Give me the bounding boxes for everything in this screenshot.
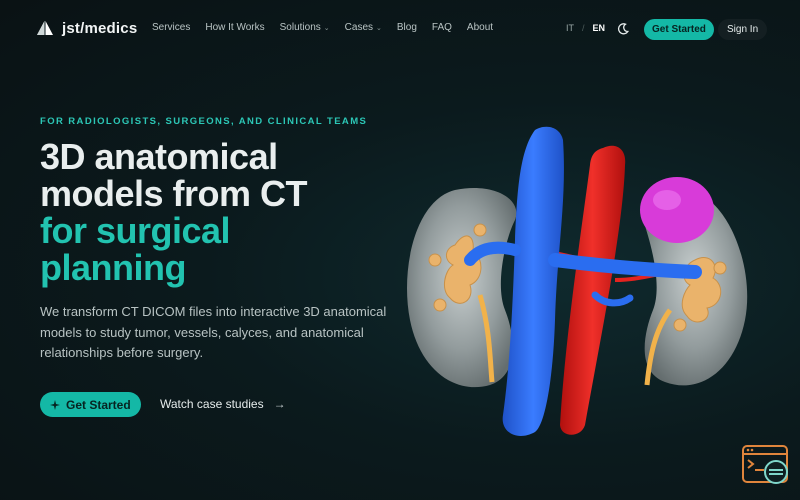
sign-in-button[interactable]: Sign In bbox=[718, 19, 768, 40]
headline-line-2: models from CT bbox=[40, 173, 308, 214]
aorta bbox=[560, 145, 626, 435]
lang-it-option[interactable]: IT bbox=[566, 23, 574, 33]
nav-cases[interactable]: Cases ⌄ bbox=[345, 22, 382, 33]
watch-case-studies-link[interactable]: Watch case studies → bbox=[160, 397, 286, 411]
chat-widget-icon[interactable] bbox=[742, 444, 790, 486]
hero-get-started-label: Get Started bbox=[66, 397, 131, 412]
vena-cava bbox=[502, 126, 564, 436]
hero-get-started-button[interactable]: Get Started bbox=[40, 392, 141, 417]
chevron-down-icon: ⌄ bbox=[323, 24, 330, 32]
top-navigation: jst/medics Services How It Works Solutio… bbox=[0, 0, 800, 58]
headline-line-4: planning bbox=[40, 247, 186, 288]
nav-services[interactable]: Services bbox=[152, 22, 190, 33]
nav-faq[interactable]: FAQ bbox=[432, 22, 452, 33]
chevron-down-icon: ⌄ bbox=[376, 24, 382, 32]
headline-line-3: for surgical bbox=[40, 210, 231, 251]
arrow-right-icon: → bbox=[273, 397, 286, 411]
hero-headline: 3D anatomical models from CT for surgica… bbox=[40, 138, 400, 286]
tumor-mass bbox=[640, 177, 714, 243]
nav-about[interactable]: About bbox=[467, 22, 493, 33]
nav-get-started-button[interactable]: Get Started bbox=[644, 19, 714, 40]
kidney-3d-model-illustration bbox=[407, 126, 748, 436]
lang-separator: / bbox=[582, 23, 585, 33]
hero-description: We transform CT DICOM files into interac… bbox=[40, 304, 387, 360]
sparkle-icon bbox=[50, 399, 60, 410]
nav-solutions[interactable]: Solutions ⌄ bbox=[280, 22, 330, 33]
language-switcher: IT / EN bbox=[566, 23, 605, 33]
main-menu: Services How It Works Solutions ⌄ Cases ⌄ … bbox=[152, 22, 508, 33]
prism-logo-icon bbox=[37, 20, 53, 35]
moon-icon[interactable] bbox=[616, 22, 630, 36]
nav-how-it-works[interactable]: How It Works bbox=[205, 22, 264, 33]
headline-line-1: 3D anatomical bbox=[40, 136, 278, 177]
nav-blog[interactable]: Blog bbox=[397, 22, 417, 33]
brand-name: jst/medics bbox=[62, 19, 138, 37]
hero-eyebrow: FOR RADIOLOGISTS, SURGEONS, AND CLINICAL… bbox=[40, 116, 368, 127]
brand-logo-link[interactable]: jst/medics bbox=[36, 19, 137, 37]
watch-case-studies-label: Watch case studies bbox=[160, 397, 264, 411]
lang-en-option[interactable]: EN bbox=[593, 23, 606, 33]
